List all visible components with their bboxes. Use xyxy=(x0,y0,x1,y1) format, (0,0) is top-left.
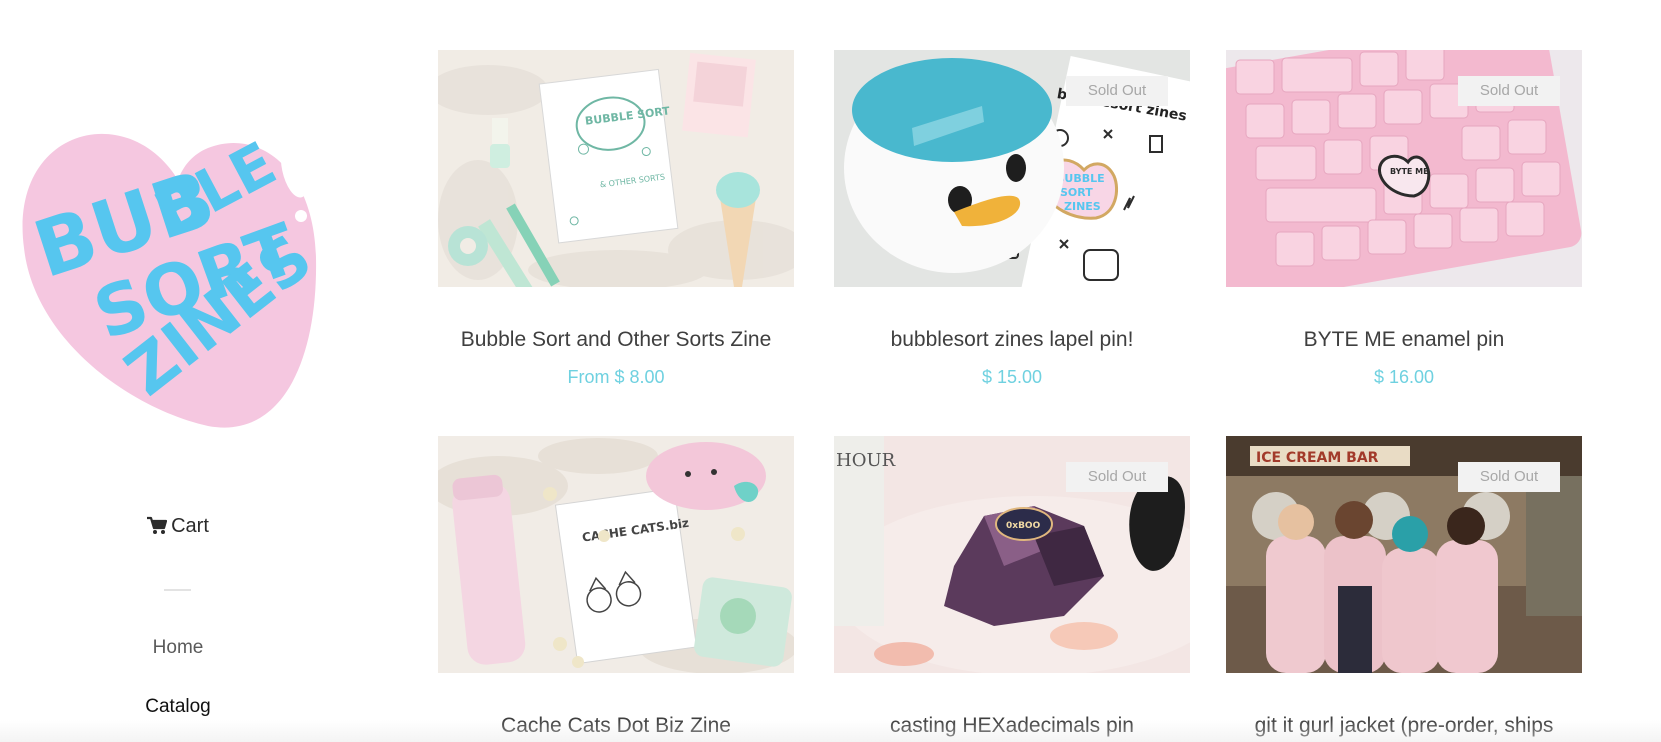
sold-out-badge: Sold Out xyxy=(1458,76,1560,106)
product-image[interactable]: BUBBLE SORT & OTHER SORTS xyxy=(438,50,794,287)
nav-home-link[interactable]: Home xyxy=(0,637,356,659)
bubble-sort-zines-logo-heart: BUB BLE SORT ZINES xyxy=(22,129,326,428)
sign-text: ICE CREAM BAR xyxy=(1256,450,1379,466)
product-price: From $ 8.00 xyxy=(567,367,665,387)
svg-text:ZINES: ZINES xyxy=(1064,200,1101,213)
product-image[interactable]: BYTE ME Sold Out xyxy=(1226,50,1582,287)
shopping-cart-icon xyxy=(147,516,168,541)
sold-out-badge: Sold Out xyxy=(1066,76,1168,106)
bottom-scroll-fade xyxy=(0,720,1661,742)
nav-catalog-link[interactable]: Catalog xyxy=(0,696,356,718)
sidebar: BUB BLE SORT ZINES Cart Home Catalog xyxy=(0,0,360,742)
nav-divider xyxy=(164,589,191,591)
bottle-label: HOUR xyxy=(836,450,896,471)
product-title[interactable]: bubblesort zines lapel pin! xyxy=(814,328,1210,352)
sold-out-badge: Sold Out xyxy=(1458,462,1560,492)
nav-cart-link[interactable]: Cart xyxy=(0,515,356,541)
product-image[interactable]: ICE CREAM BAR Sold Out xyxy=(1226,436,1582,673)
svg-text:0xBOO: 0xBOO xyxy=(1006,521,1041,531)
sold-out-badge: Sold Out xyxy=(1066,462,1168,492)
nav-cart-label: Cart xyxy=(171,515,209,537)
product-price: $ 16.00 xyxy=(1373,367,1435,387)
svg-text:BYTE ME: BYTE ME xyxy=(1390,167,1429,176)
product-image[interactable]: HOUR 0xBOO Sold Out xyxy=(834,436,1190,673)
svg-text:SORT: SORT xyxy=(1060,186,1093,199)
product-image[interactable]: CACHE CATS.biz xyxy=(438,436,794,673)
product-price: $ 15.00 xyxy=(981,367,1043,387)
product-title[interactable]: BYTE ME enamel pin xyxy=(1206,328,1602,352)
product-image[interactable]: bubblesort zines BUBBLESORTZINES S xyxy=(834,50,1190,287)
product-title[interactable]: Bubble Sort and Other Sorts Zine xyxy=(418,328,814,352)
store-logo[interactable]: BUB BLE SORT ZINES xyxy=(18,108,338,438)
